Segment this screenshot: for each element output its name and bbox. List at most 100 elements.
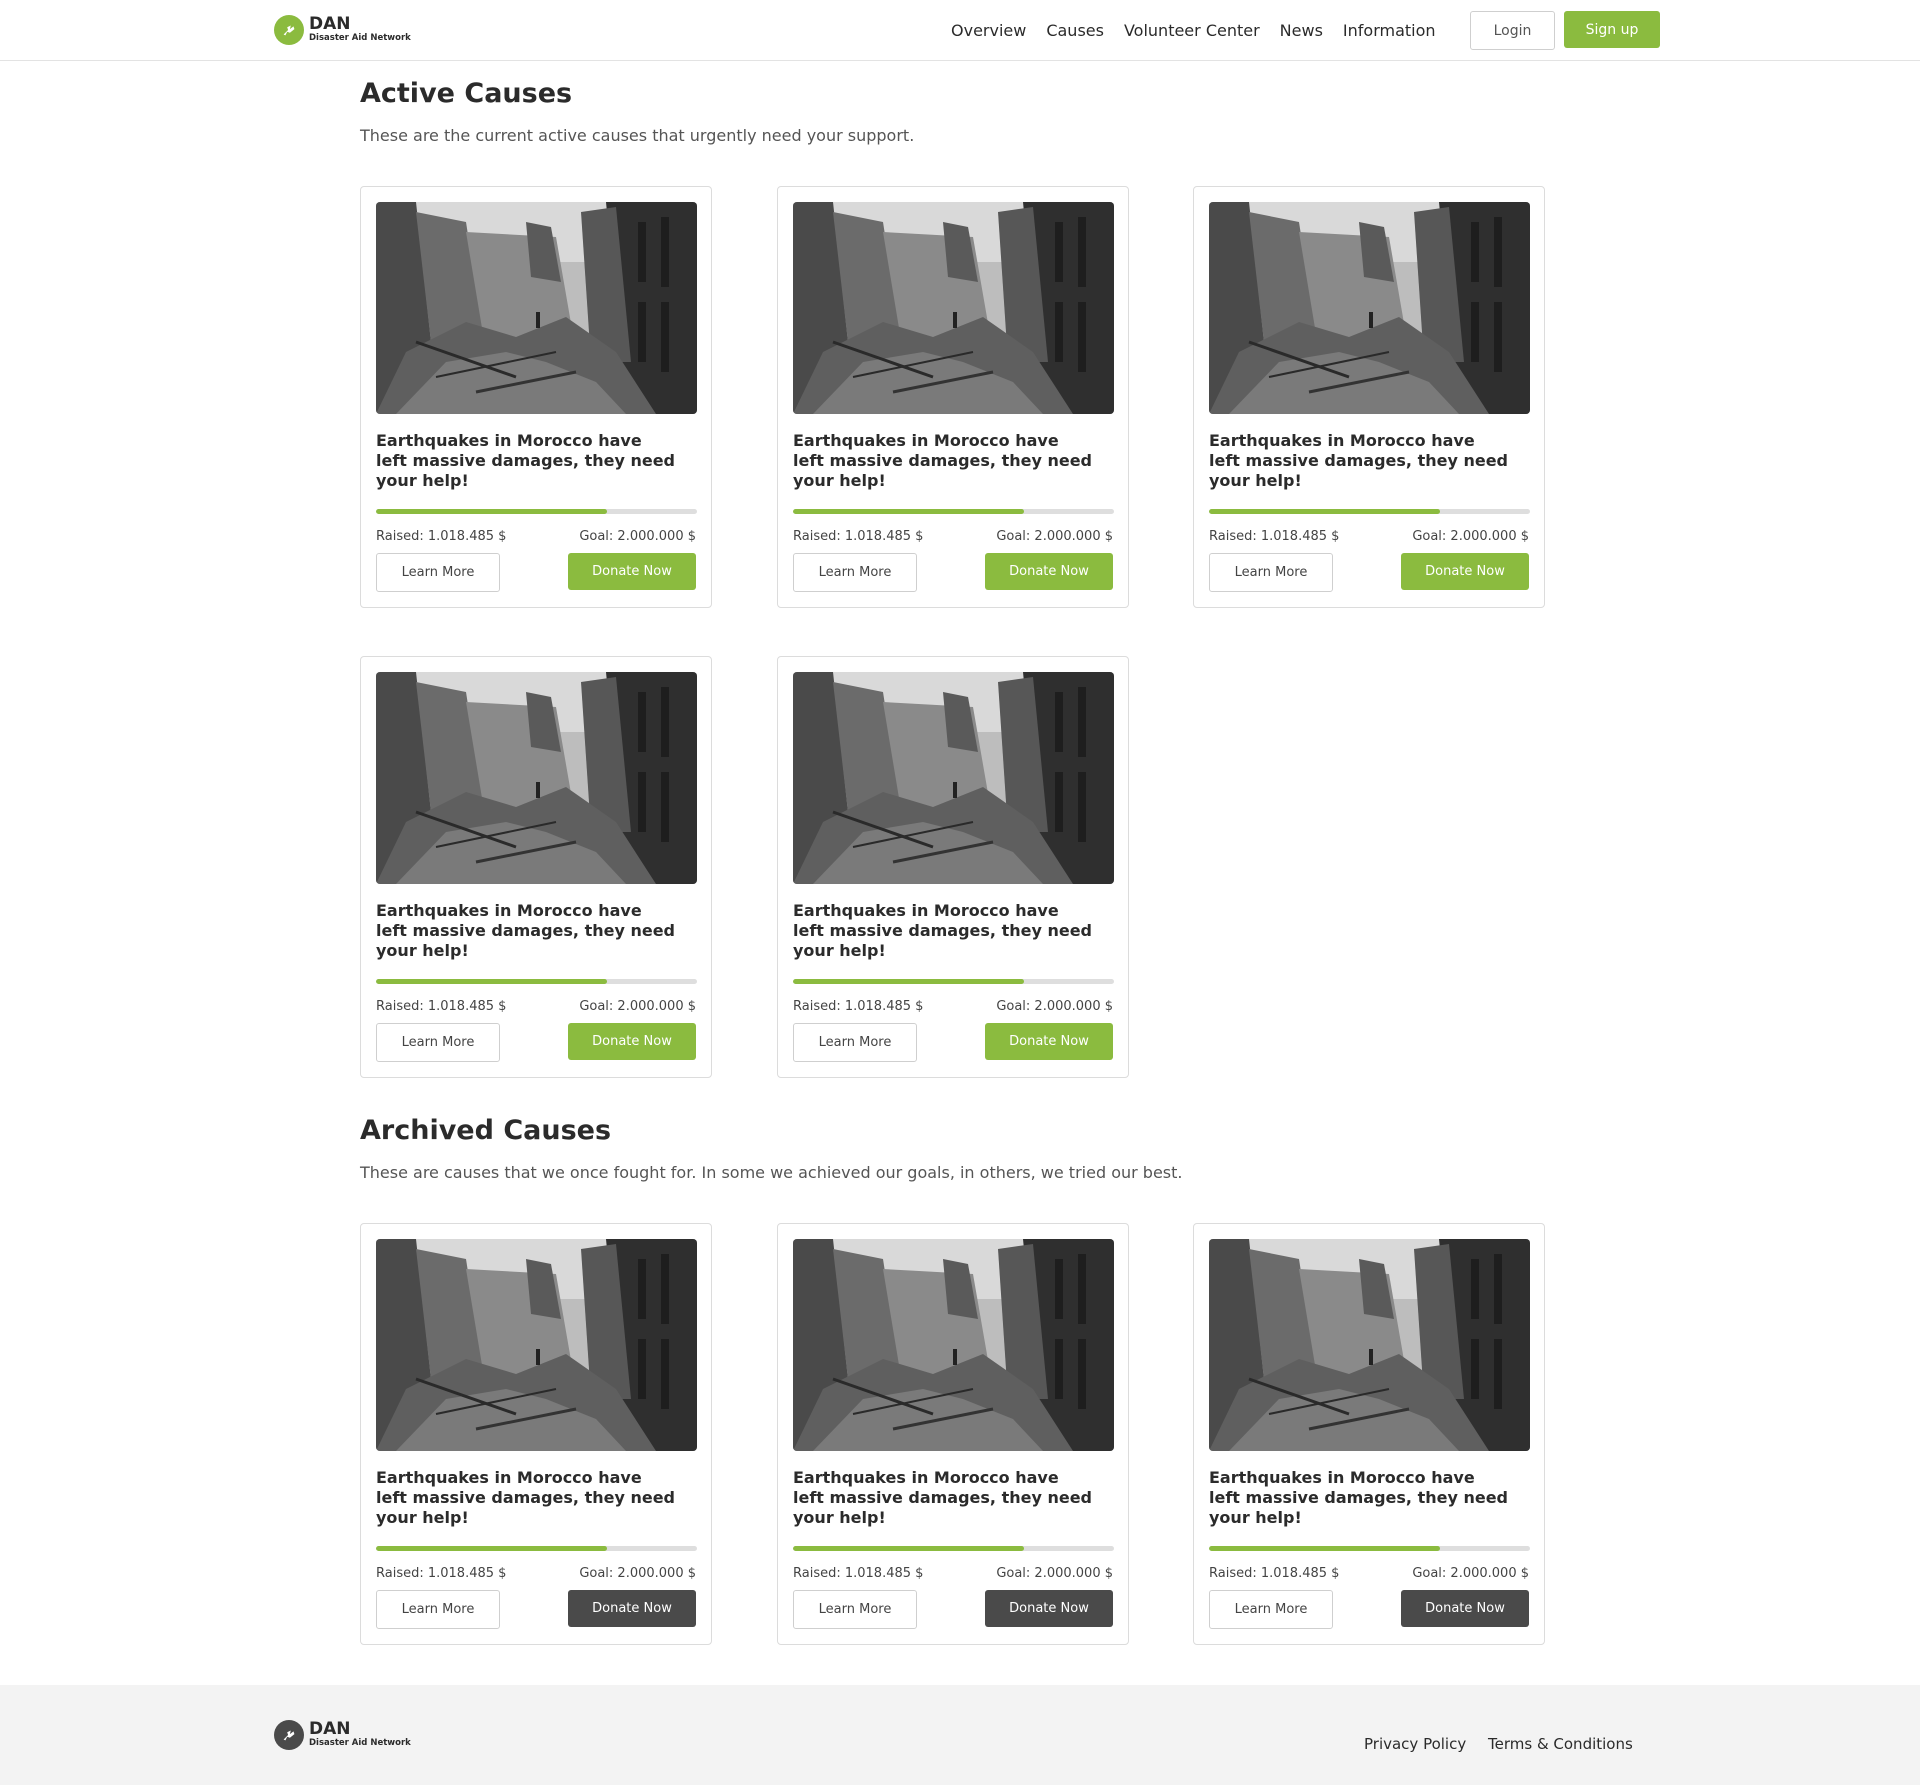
learn-more-button[interactable]: Learn More (376, 1590, 500, 1629)
cause-card: Earthquakes in Morocco have left massive… (1193, 1223, 1545, 1645)
goal-amount: Goal: 2.000.000 $ (1412, 1566, 1529, 1581)
nav-volunteer-center[interactable]: Volunteer Center (1124, 21, 1260, 40)
donate-now-button[interactable]: Donate Now (1401, 553, 1529, 590)
learn-more-button[interactable]: Learn More (793, 1023, 917, 1062)
cause-image[interactable] (793, 672, 1114, 884)
earthquake-photo (1209, 1239, 1530, 1451)
progress-bar (1209, 1546, 1530, 1551)
raised-amount: Raised: 1.018.485 $ (1209, 529, 1340, 544)
login-button[interactable]: Login (1470, 11, 1555, 50)
progress-fill (376, 979, 608, 984)
logo-tagline: Disaster Aid Network (309, 1738, 411, 1748)
goal-amount: Goal: 2.000.000 $ (996, 529, 1113, 544)
raised-amount: Raised: 1.018.485 $ (793, 529, 924, 544)
earthquake-photo (793, 202, 1114, 414)
logo-name: DAN (309, 1719, 351, 1739)
cause-card: Earthquakes in Morocco have left massive… (777, 1223, 1129, 1645)
signup-button[interactable]: Sign up (1564, 11, 1660, 48)
cause-title: Earthquakes in Morocco have left massive… (376, 1468, 675, 1527)
donate-now-button[interactable]: Donate Now (985, 1023, 1113, 1060)
cause-card: Earthquakes in Morocco have left massive… (777, 656, 1129, 1078)
active-causes-title: Active Causes (360, 78, 573, 109)
logo-icon (274, 1720, 304, 1750)
progress-fill (376, 1546, 608, 1551)
learn-more-button[interactable]: Learn More (1209, 1590, 1333, 1629)
raised-amount: Raised: 1.018.485 $ (1209, 1566, 1340, 1581)
progress-bar (793, 509, 1114, 514)
logo-name: DAN (309, 14, 351, 34)
cause-card: Earthquakes in Morocco have left massive… (360, 186, 712, 608)
progress-fill (793, 509, 1025, 514)
logo-icon (274, 15, 304, 45)
cause-image[interactable] (376, 672, 697, 884)
progress-fill (793, 979, 1025, 984)
raised-amount: Raised: 1.018.485 $ (376, 529, 507, 544)
goal-amount: Goal: 2.000.000 $ (579, 999, 696, 1014)
donate-now-button[interactable]: Donate Now (1401, 1590, 1529, 1627)
nav-causes[interactable]: Causes (1046, 21, 1104, 40)
donate-now-button[interactable]: Donate Now (568, 1023, 696, 1060)
raised-amount: Raised: 1.018.485 $ (376, 999, 507, 1014)
donate-now-button[interactable]: Donate Now (985, 1590, 1113, 1627)
raised-amount: Raised: 1.018.485 $ (793, 1566, 924, 1581)
active-causes-description: These are the current active causes that… (360, 126, 915, 145)
site-header: DAN Disaster Aid Network Overview Causes… (0, 0, 1920, 61)
cause-card: Earthquakes in Morocco have left massive… (1193, 186, 1545, 608)
cause-title: Earthquakes in Morocco have left massive… (793, 901, 1092, 960)
cause-image[interactable] (376, 1239, 697, 1451)
progress-bar (376, 979, 697, 984)
main-nav: Overview Causes Volunteer Center News In… (951, 0, 1456, 61)
earthquake-photo (793, 1239, 1114, 1451)
learn-more-button[interactable]: Learn More (376, 553, 500, 592)
footer-logo[interactable]: DAN Disaster Aid Network (274, 1720, 411, 1750)
archived-causes-title: Archived Causes (360, 1115, 612, 1146)
cause-title: Earthquakes in Morocco have left massive… (376, 901, 675, 960)
cause-image[interactable] (793, 1239, 1114, 1451)
progress-fill (1209, 1546, 1441, 1551)
raised-amount: Raised: 1.018.485 $ (376, 1566, 507, 1581)
donate-now-button[interactable]: Donate Now (568, 553, 696, 590)
learn-more-button[interactable]: Learn More (1209, 553, 1333, 592)
cause-title: Earthquakes in Morocco have left massive… (376, 431, 675, 490)
progress-fill (793, 1546, 1025, 1551)
cause-title: Earthquakes in Morocco have left massive… (1209, 431, 1508, 490)
progress-fill (376, 509, 608, 514)
earthquake-photo (376, 672, 697, 884)
goal-amount: Goal: 2.000.000 $ (1412, 529, 1529, 544)
goal-amount: Goal: 2.000.000 $ (996, 1566, 1113, 1581)
learn-more-button[interactable]: Learn More (793, 553, 917, 592)
privacy-policy-link[interactable]: Privacy Policy (1364, 1735, 1466, 1753)
nav-information[interactable]: Information (1343, 21, 1436, 40)
archived-causes-description: These are causes that we once fought for… (360, 1163, 1183, 1182)
nav-overview[interactable]: Overview (951, 21, 1026, 40)
progress-bar (793, 979, 1114, 984)
progress-bar (376, 1546, 697, 1551)
progress-bar (376, 509, 697, 514)
earthquake-photo (376, 1239, 697, 1451)
cause-title: Earthquakes in Morocco have left massive… (793, 431, 1092, 490)
donate-now-button[interactable]: Donate Now (568, 1590, 696, 1627)
cause-image[interactable] (1209, 1239, 1530, 1451)
earthquake-photo (793, 672, 1114, 884)
progress-fill (1209, 509, 1441, 514)
learn-more-button[interactable]: Learn More (793, 1590, 917, 1629)
goal-amount: Goal: 2.000.000 $ (579, 1566, 696, 1581)
cause-title: Earthquakes in Morocco have left massive… (1209, 1468, 1508, 1527)
learn-more-button[interactable]: Learn More (376, 1023, 500, 1062)
donate-now-button[interactable]: Donate Now (985, 553, 1113, 590)
cause-image[interactable] (793, 202, 1114, 414)
logo-tagline: Disaster Aid Network (309, 33, 411, 43)
progress-bar (793, 1546, 1114, 1551)
terms-conditions-link[interactable]: Terms & Conditions (1488, 1735, 1633, 1753)
earthquake-photo (1209, 202, 1530, 414)
cause-card: Earthquakes in Morocco have left massive… (360, 656, 712, 1078)
nav-news[interactable]: News (1280, 21, 1323, 40)
earthquake-photo (376, 202, 697, 414)
cause-image[interactable] (1209, 202, 1530, 414)
raised-amount: Raised: 1.018.485 $ (793, 999, 924, 1014)
progress-bar (1209, 509, 1530, 514)
cause-card: Earthquakes in Morocco have left massive… (777, 186, 1129, 608)
header-logo[interactable]: DAN Disaster Aid Network (274, 15, 411, 45)
cause-image[interactable] (376, 202, 697, 414)
cause-card: Earthquakes in Morocco have left massive… (360, 1223, 712, 1645)
